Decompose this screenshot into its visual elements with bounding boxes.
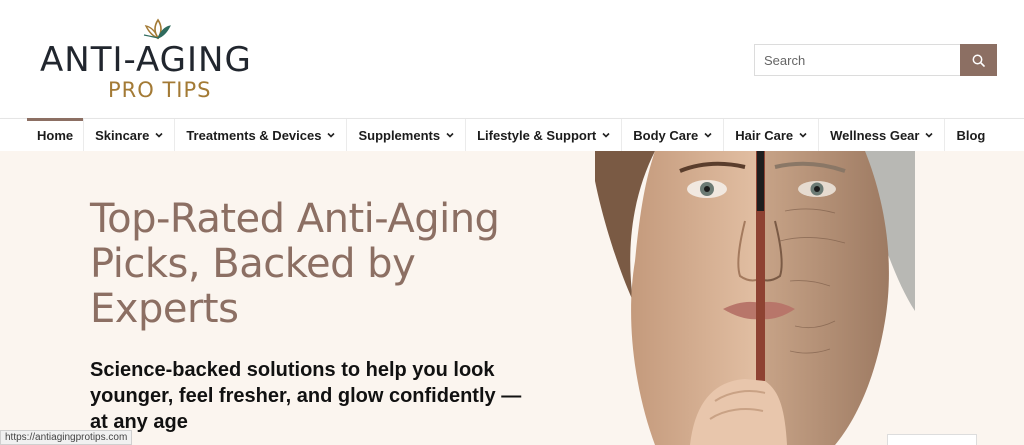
- nav-item-wellness-gear[interactable]: Wellness Gear: [819, 119, 946, 151]
- hero-subtitle: Science-backed solutions to help you loo…: [90, 359, 522, 433]
- status-bar-url: https://antiagingprotips.com: [0, 430, 133, 445]
- search-form: [754, 44, 997, 76]
- hero-section: Top-Rated Anti-Aging Picks, Backed by Ex…: [0, 151, 1024, 445]
- logo-title: ANTI-AGING: [40, 40, 252, 80]
- nav-item-skincare[interactable]: Skincare: [84, 119, 176, 151]
- nav-item-label: Blog: [956, 127, 986, 143]
- site-header: ANTI-AGING PRO TIPS: [0, 0, 1024, 118]
- nav-item-body-care[interactable]: Body Care: [622, 119, 725, 151]
- search-icon: [972, 54, 985, 67]
- chevron-down-icon: [446, 132, 454, 138]
- logo-subtitle: PRO TIPS: [108, 78, 212, 102]
- chevron-down-icon: [602, 132, 610, 138]
- chevron-down-icon: [799, 132, 807, 138]
- nav-item-label: Skincare: [95, 127, 150, 143]
- nav-item-supplements[interactable]: Supplements: [347, 119, 467, 151]
- nav-item-label: Lifestyle & Support: [477, 127, 597, 143]
- nav-item-blog[interactable]: Blog: [945, 119, 996, 151]
- chevron-down-icon: [327, 132, 336, 138]
- chevron-down-icon: [704, 132, 712, 138]
- search-button[interactable]: [960, 44, 997, 76]
- nav-item-lifestyle-support[interactable]: Lifestyle & Support: [466, 119, 623, 151]
- site-logo[interactable]: ANTI-AGING PRO TIPS: [40, 18, 280, 104]
- floating-widget-edge: [887, 434, 977, 445]
- chevron-down-icon: [155, 132, 163, 138]
- nav-item-label: Treatments & Devices: [186, 127, 322, 143]
- chevron-down-icon: [925, 132, 934, 138]
- nav-item-hair-care[interactable]: Hair Care: [724, 119, 820, 151]
- nav-item-treatments-devices[interactable]: Treatments & Devices: [175, 119, 348, 151]
- nav-item-label: Supplements: [358, 127, 441, 143]
- hero-title: Top-Rated Anti-Aging Picks, Backed by Ex…: [90, 196, 500, 332]
- nav-item-label: Home: [37, 127, 74, 143]
- nav-item-home[interactable]: Home: [27, 118, 85, 151]
- search-input[interactable]: [754, 44, 960, 76]
- nav-item-label: Body Care: [633, 127, 699, 143]
- split-face-image: [595, 151, 915, 445]
- nav-item-label: Hair Care: [735, 127, 794, 143]
- nav-item-label: Wellness Gear: [830, 127, 920, 143]
- main-navigation: Home Skincare Treatments & Devices Suppl…: [0, 118, 1024, 151]
